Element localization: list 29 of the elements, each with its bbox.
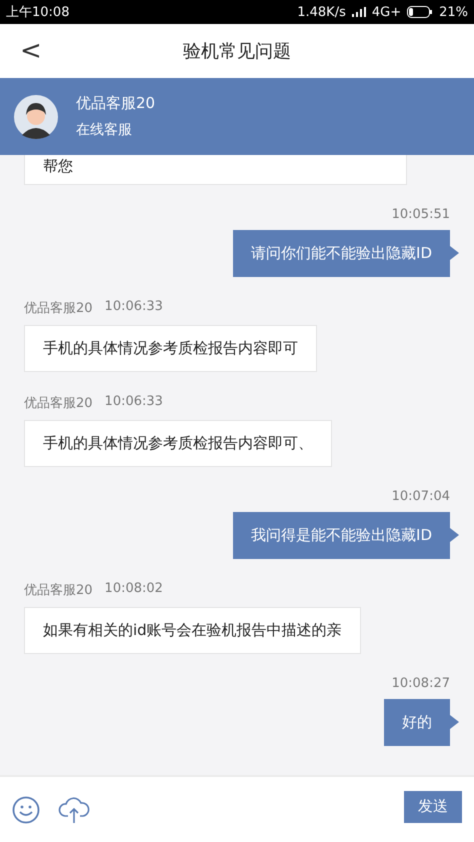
message-bubble: 好的: [384, 699, 459, 746]
message-bubble: 如果有相关的id账号会在验机报告中描述的亲: [24, 607, 361, 654]
upload-icon[interactable]: [58, 796, 90, 824]
battery-icon: [407, 6, 434, 18]
agent-status: 在线客服: [76, 121, 133, 139]
message-time: 10:05:51: [392, 207, 450, 222]
agent-name: 优品客服20: [76, 94, 156, 113]
sender-name: 优品客服20: [24, 395, 93, 412]
message-time: 10:08:02: [104, 581, 163, 598]
message-bubble: 我问得是能不能验出隐藏ID: [233, 512, 459, 559]
signal-icon: [352, 7, 366, 17]
network-speed: 1.48K/s: [297, 4, 346, 20]
avatar-icon: [14, 94, 58, 138]
message-bubble: 手机的具体情况参考质检报告内容即可: [24, 325, 317, 372]
message-bubble: 请问你们能不能验出隐藏ID: [233, 230, 459, 277]
message-time: 10:06:33: [104, 299, 163, 316]
back-button[interactable]: <: [16, 36, 46, 66]
message-bubble: 手机的具体情况参考质检报告内容即可、: [24, 420, 332, 467]
clock-time: 上午10:08: [6, 4, 70, 21]
message-time: 10:08:27: [392, 676, 450, 691]
message-time: 10:06:33: [104, 394, 163, 411]
send-button[interactable]: 发送: [404, 790, 462, 822]
battery-percent: 21%: [439, 4, 468, 20]
sender-name: 优品客服20: [24, 582, 93, 599]
emoji-icon[interactable]: [12, 796, 40, 824]
page-title: 验机常见问题: [183, 40, 291, 63]
message-time: 10:07:04: [392, 489, 450, 504]
network-type: 4G+: [372, 4, 402, 20]
sender-name: 优品客服20: [24, 300, 93, 317]
